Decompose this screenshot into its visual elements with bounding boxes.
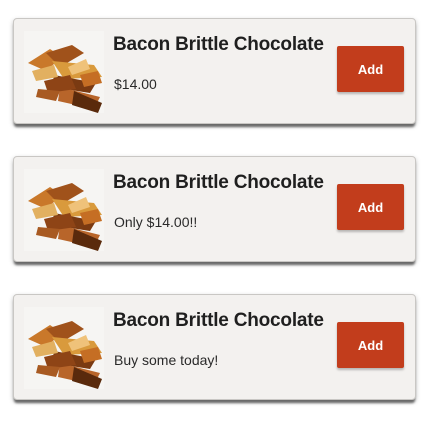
product-card: Bacon Brittle Chocolate Buy some today! …	[13, 294, 416, 400]
product-title: Bacon Brittle Chocolate	[113, 310, 324, 331]
product-promo-text: Only $14.00!!	[114, 214, 198, 230]
product-image	[24, 31, 104, 113]
add-button[interactable]: Add	[337, 322, 404, 368]
product-image	[24, 169, 104, 251]
bacon-brittle-chocolate-icon	[24, 31, 104, 113]
add-button[interactable]: Add	[337, 184, 404, 230]
product-image	[24, 307, 104, 389]
product-title: Bacon Brittle Chocolate	[113, 34, 324, 55]
bacon-brittle-chocolate-icon	[24, 169, 104, 251]
add-button[interactable]: Add	[337, 46, 404, 92]
product-promo-text: Buy some today!	[114, 352, 219, 368]
bacon-brittle-chocolate-icon	[24, 307, 104, 389]
product-card: Bacon Brittle Chocolate Only $14.00!! Ad…	[13, 156, 416, 262]
product-card-list: Bacon Brittle Chocolate $14.00 Add Bacon…	[13, 18, 416, 432]
product-price: $14.00	[114, 76, 157, 92]
product-title: Bacon Brittle Chocolate	[113, 172, 324, 193]
product-card: Bacon Brittle Chocolate $14.00 Add	[13, 18, 416, 124]
